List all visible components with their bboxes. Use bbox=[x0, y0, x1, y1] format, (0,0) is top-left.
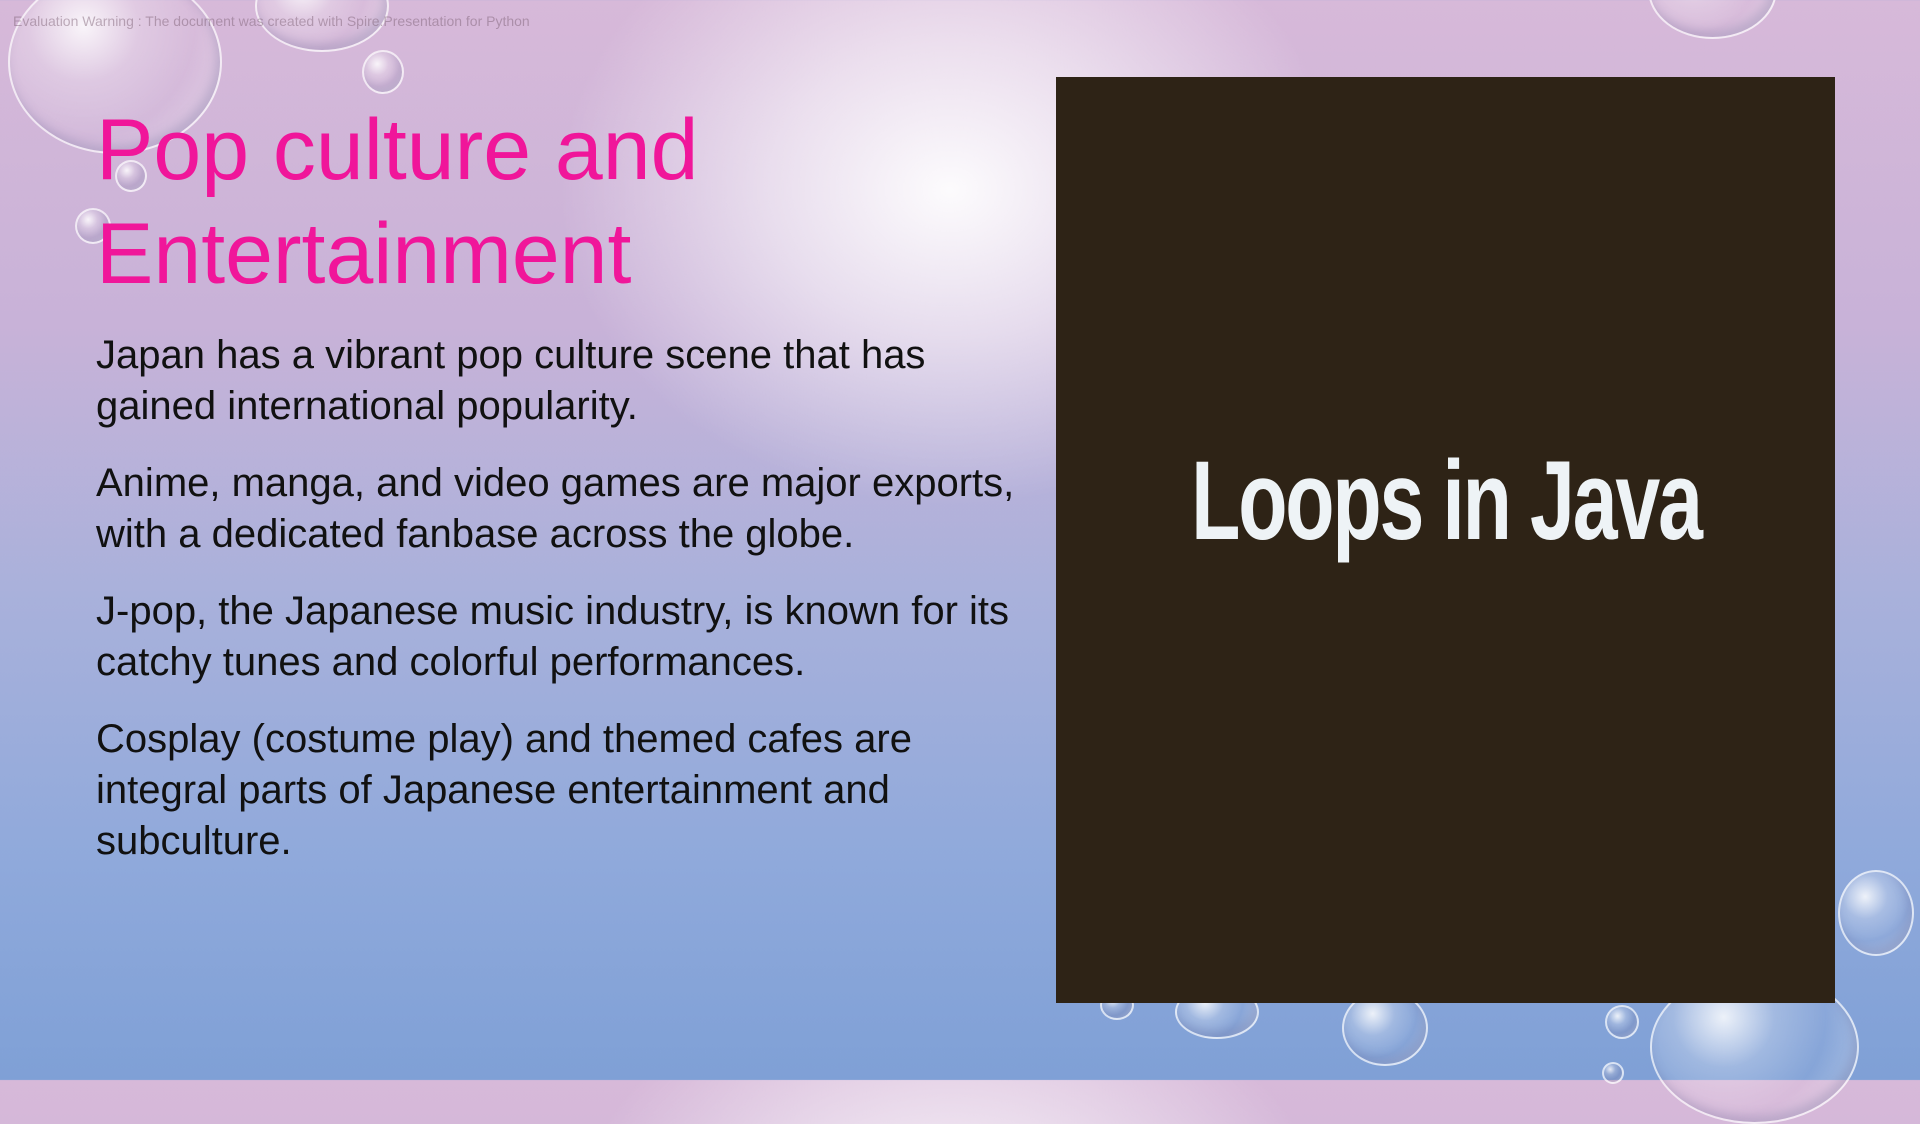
evaluation-watermark: Evaluation Warning : The document was cr… bbox=[13, 13, 530, 29]
slide-image: Loops in Java bbox=[1056, 77, 1835, 1003]
paragraph: J-pop, the Japanese music industry, is k… bbox=[96, 589, 1010, 684]
bubble-decoration bbox=[1605, 1005, 1639, 1039]
slide-title: Pop culture and Entertainment bbox=[96, 98, 996, 306]
bubble-decoration bbox=[362, 50, 404, 94]
title-line-2: Entertainment bbox=[96, 206, 632, 302]
paragraph: Cosplay (costume play) and themed cafes … bbox=[96, 717, 912, 863]
paragraph: Japan has a vibrant pop culture scene th… bbox=[96, 333, 926, 428]
bubble-decoration bbox=[1648, 0, 1777, 39]
bubble-decoration bbox=[1838, 870, 1914, 956]
title-line-1: Pop culture and bbox=[96, 102, 699, 198]
bubble-decoration bbox=[1602, 1062, 1624, 1084]
paragraph: Anime, manga, and video games are major … bbox=[96, 461, 1015, 556]
body-text: Japan has a vibrant pop culture scene th… bbox=[96, 330, 1036, 893]
image-caption: Loops in Java bbox=[1190, 437, 1703, 563]
slide: Evaluation Warning : The document was cr… bbox=[0, 0, 1920, 1124]
